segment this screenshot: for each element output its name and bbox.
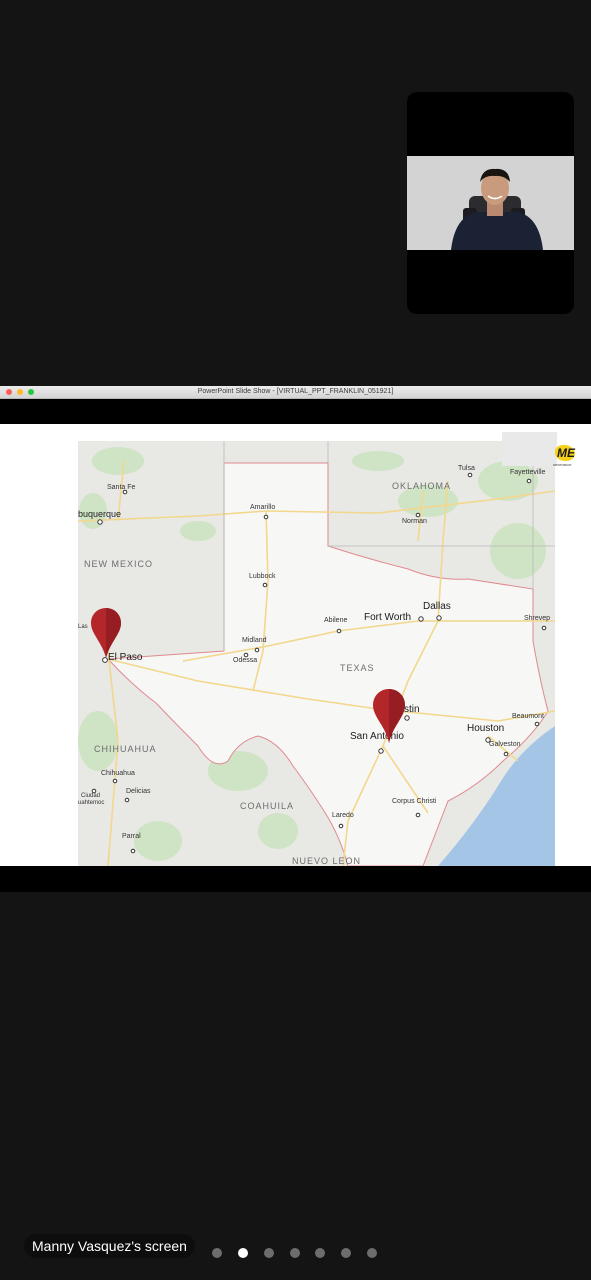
logo-mark: ME bbox=[557, 446, 575, 460]
participant-video-tile[interactable] bbox=[407, 92, 574, 314]
window-title: PowerPoint Slide Show - [VIRTUAL_PPT_FRA… bbox=[197, 388, 394, 395]
participant-avatar-image bbox=[407, 156, 574, 250]
window-titlebar: PowerPoint Slide Show - [VIRTUAL_PPT_FRA… bbox=[0, 386, 591, 399]
slide-logo-backdrop bbox=[502, 432, 557, 466]
map-marker-el-paso-icon[interactable] bbox=[89, 606, 123, 660]
map-marker-san-antonio-icon[interactable] bbox=[371, 687, 407, 745]
presentation-slide: OKLAHOMA NEW MEXICO TEXAS CHIHUAHUA COAH… bbox=[0, 424, 591, 866]
screen-share-label: Manny Vasquez's screen bbox=[24, 1234, 195, 1258]
page-dot[interactable] bbox=[367, 1248, 377, 1258]
page-dot[interactable] bbox=[290, 1248, 300, 1258]
participant-video-feed bbox=[407, 156, 574, 250]
page-dot[interactable] bbox=[212, 1248, 222, 1258]
page-dot[interactable] bbox=[315, 1248, 325, 1258]
page-dot[interactable] bbox=[264, 1248, 274, 1258]
texas-map: OKLAHOMA NEW MEXICO TEXAS CHIHUAHUA COAH… bbox=[78, 441, 555, 866]
shared-screen-window[interactable]: PowerPoint Slide Show - [VIRTUAL_PPT_FRA… bbox=[0, 386, 591, 892]
city-dots bbox=[91, 472, 547, 854]
logo-subtitle: severance bbox=[553, 462, 572, 467]
page-dot-active[interactable] bbox=[238, 1248, 248, 1258]
severance-logo: ME severance bbox=[553, 445, 585, 472]
page-dot[interactable] bbox=[341, 1248, 351, 1258]
